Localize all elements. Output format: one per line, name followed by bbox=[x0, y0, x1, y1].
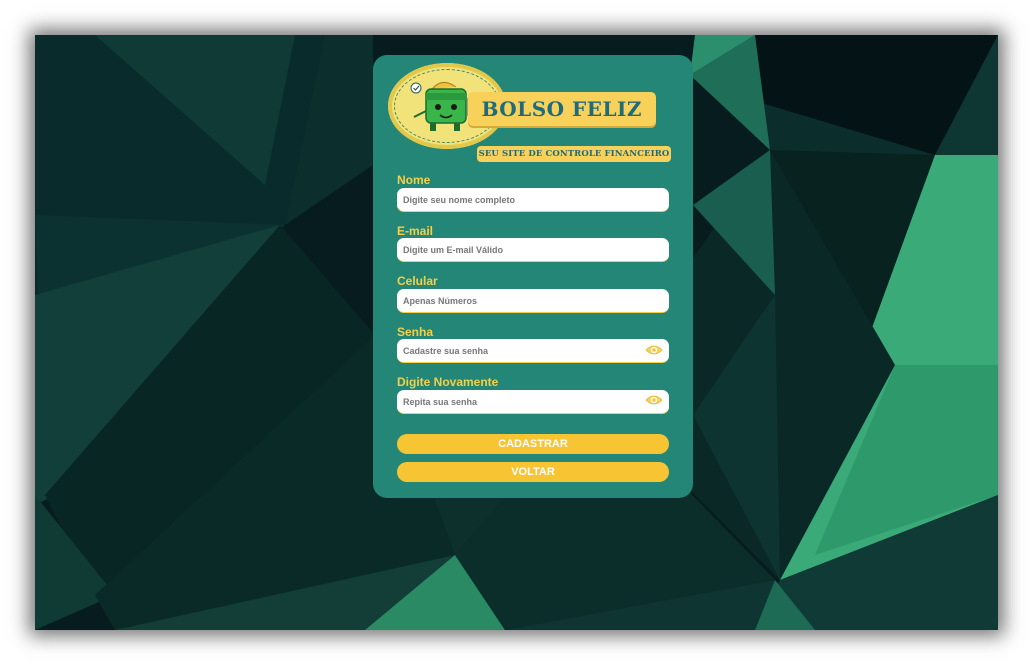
phone-input[interactable] bbox=[397, 289, 669, 313]
eye-icon[interactable] bbox=[645, 343, 663, 357]
phone-label: Celular bbox=[397, 274, 438, 288]
submit-button[interactable]: CADASTRAR bbox=[397, 434, 669, 454]
eye-icon[interactable] bbox=[645, 393, 663, 407]
back-button[interactable]: VOLTAR bbox=[397, 462, 669, 482]
name-input[interactable] bbox=[397, 188, 669, 212]
password-label: Senha bbox=[397, 325, 434, 339]
confirm-password-label: Digite Novamente bbox=[397, 375, 499, 389]
email-label: E-mail bbox=[397, 224, 434, 238]
confirm-password-input[interactable] bbox=[397, 390, 669, 414]
email-input[interactable] bbox=[397, 238, 669, 262]
page-frame: BOLSO FELIZ SEU SITE DE CONTROLE FINANCE… bbox=[35, 35, 998, 630]
brand-title: BOLSO FELIZ bbox=[468, 92, 656, 126]
password-input[interactable] bbox=[397, 339, 669, 363]
name-label: Nome bbox=[397, 173, 431, 187]
brand-logo: BOLSO FELIZ SEU SITE DE CONTROLE FINANCE… bbox=[388, 61, 673, 165]
signup-card: BOLSO FELIZ SEU SITE DE CONTROLE FINANCE… bbox=[373, 55, 693, 498]
brand-subtitle: SEU SITE DE CONTROLE FINANCEIRO bbox=[477, 146, 671, 162]
